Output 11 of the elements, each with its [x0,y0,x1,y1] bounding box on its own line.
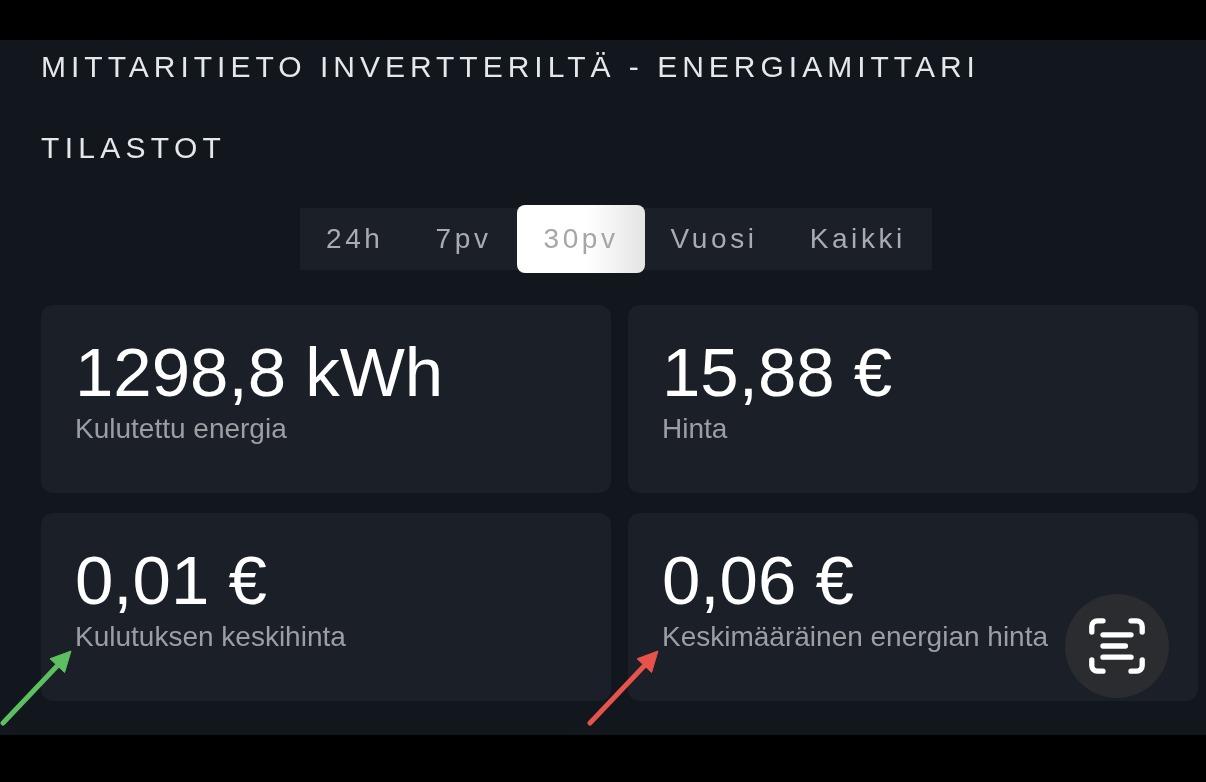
page-title: MITTARITIETO INVERTTERILTÄ - ENERGIAMITTARI [41,50,980,84]
text-scan-icon [1089,618,1145,674]
stat-value: 0,06 € [662,543,854,619]
stat-label: Kulutuksen keskihinta [75,620,346,654]
stat-label: Hinta [662,412,728,446]
section-heading: TILASTOT [41,131,227,165]
stat-value: 1298,8 kWh [75,335,444,411]
stat-label: Keskimääräinen energian hinta [662,620,1049,654]
stat-value: 15,88 € [662,335,893,411]
stat-value: 0,01 € [75,543,267,619]
stat-label: Kulutettu energia [75,412,287,446]
